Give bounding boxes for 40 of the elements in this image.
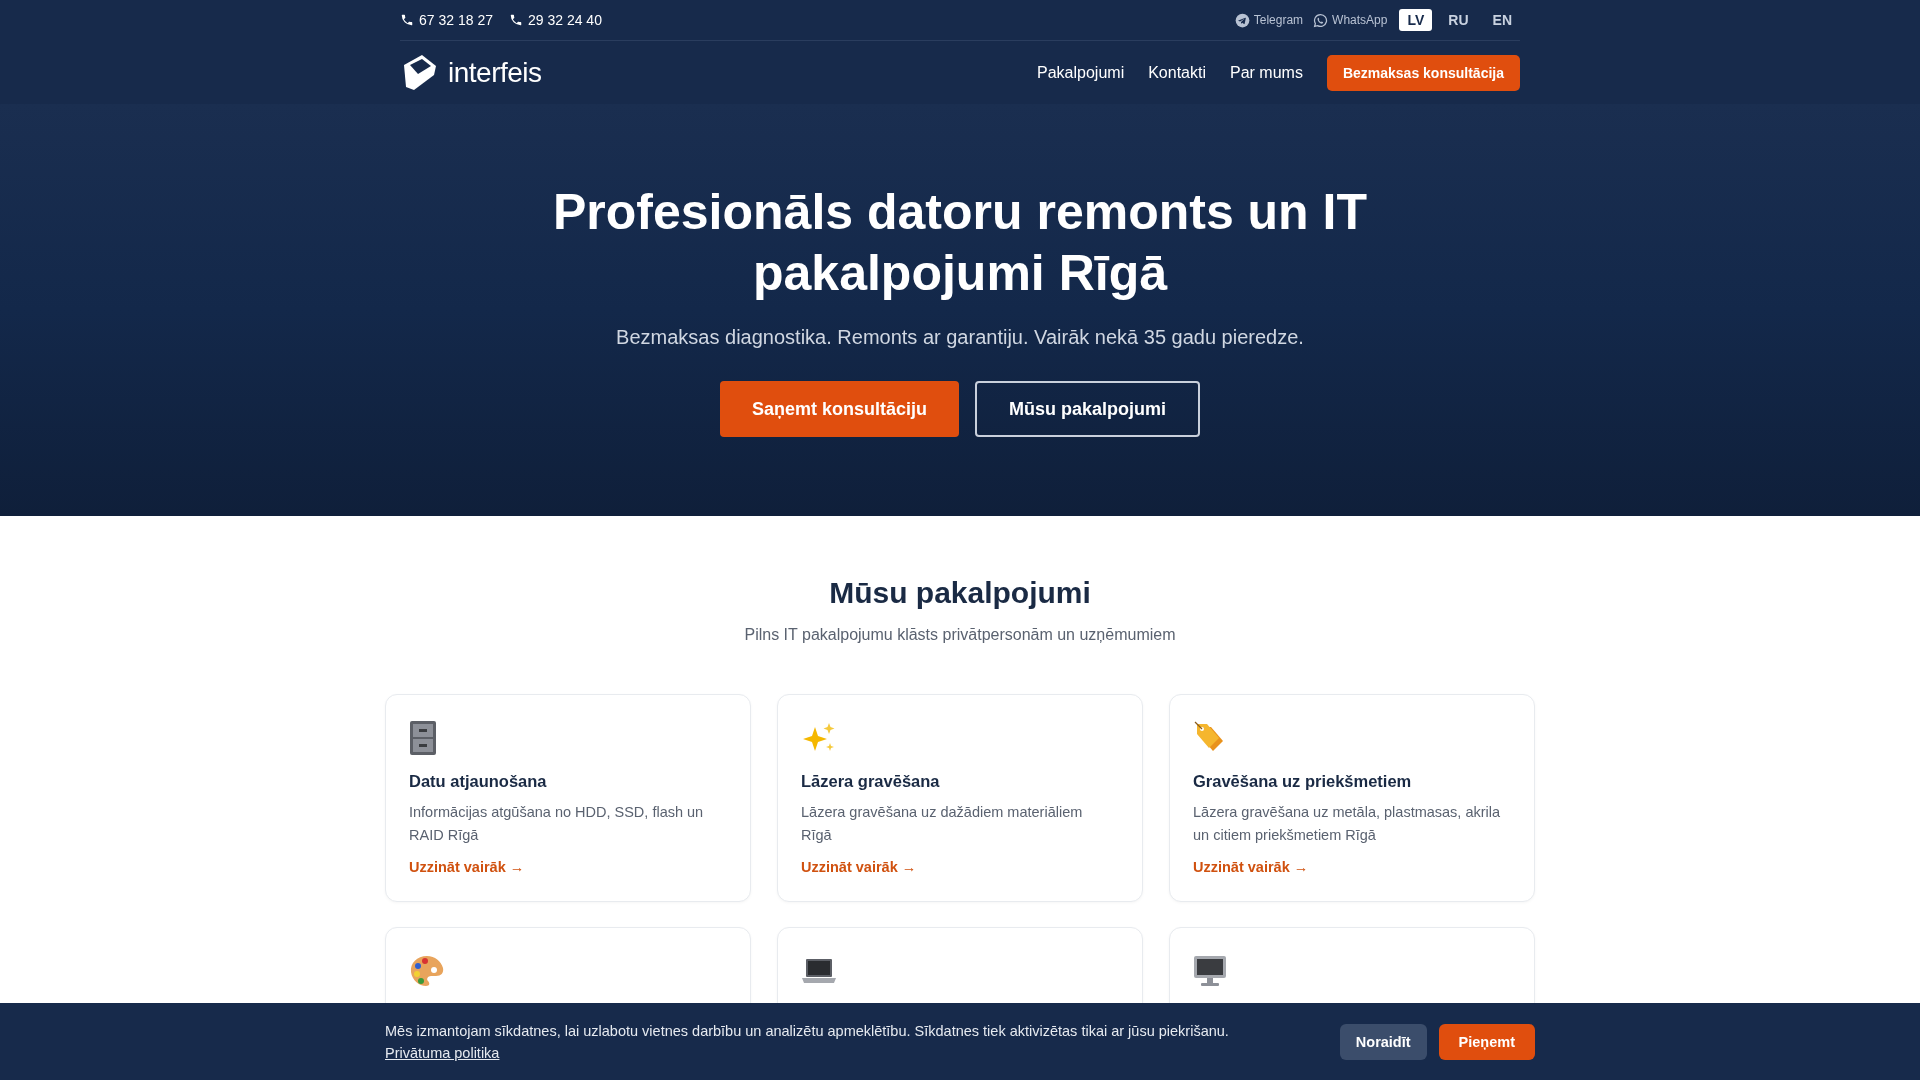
chat-bubble-icon — [1313, 12, 1329, 28]
card-description: Lāzera gravēšana uz metāla, plastmasas, akrila un citiem priekšmetiem Rīgā — [1193, 803, 1502, 845]
section-title: Mūsu pakalpojumi — [828, 576, 1092, 610]
logo[interactable]: interfeis — [400, 52, 542, 93]
language-tab[interactable]: RU — [1440, 9, 1477, 31]
laptop-icon — [801, 957, 837, 985]
card-description: Lāzera gravēšana uz dažādiem materiāliem Rīgā — [801, 803, 1084, 845]
phone-icon — [508, 13, 523, 27]
card-title: Lāzera gravēšana — [801, 772, 941, 791]
palette-icon — [409, 954, 445, 988]
cookie-notice: Mēs izmantojam sīkdatnes, lai uzlabotu vietnes darbību un analizētu apmeklētību. Sīkdatnes tiek aktivizētas tikai ar jūsu piekrišanu. — [385, 1021, 1229, 1041]
card-title: Datu atjaunošana — [409, 772, 548, 791]
paper-plane-icon — [1234, 12, 1250, 28]
phone-link[interactable]: 67 32 18 27 — [400, 12, 493, 28]
services-button[interactable]: Mūsu pakalpojumi — [975, 381, 1201, 437]
nav-link[interactable]: Kontakti — [1148, 63, 1206, 82]
hero-title: Profesionāls datoru remonts un IT pakalpojumi Rīgā — [552, 183, 1368, 303]
hero-subtitle: Bezmaksas diagnostika. Remonts ar garantiju. Vairāk nekā 35 gadu pieredze. — [615, 326, 1305, 349]
learn-more-link[interactable]: Uzzināt vairāk → — [801, 859, 917, 875]
language-tab[interactable]: LV — [1399, 9, 1433, 31]
nav-link[interactable]: Par mums — [1230, 63, 1303, 82]
card-title: Gravēšana uz priekšmetiem — [1193, 772, 1413, 791]
consultation-button[interactable]: Saņemt konsultāciju — [719, 381, 959, 437]
logo-text: interfeis — [448, 56, 542, 89]
language-tab[interactable]: EN — [1484, 9, 1520, 31]
phone-icon — [400, 13, 414, 27]
learn-more-link[interactable]: Uzzināt vairāk → — [409, 859, 525, 875]
phone-link[interactable]: 29 32 24 40 — [508, 12, 602, 28]
messenger-link[interactable]: WhatsApp — [1313, 12, 1388, 28]
learn-more-link[interactable]: Uzzināt vairāk → — [1193, 859, 1309, 875]
card-description: Informācijas atgūšana no HDD, SSD, flash un RAID Rīgā — [409, 803, 705, 845]
section-subtitle: Pilns IT pakalpojumu klāsts privātpersonām un uzņēmumiem — [743, 626, 1177, 644]
decline-button[interactable]: Noraidīt — [1339, 1023, 1427, 1060]
nav-link[interactable]: Pakalpojumi — [1037, 63, 1125, 82]
accept-button[interactable]: Pieņemt — [1438, 1023, 1535, 1060]
privacy-policy-link[interactable]: Privātuma politika — [385, 1044, 500, 1061]
consultation-button[interactable]: Bezmaksas konsultācija — [1326, 54, 1520, 91]
file-cabinet-icon — [409, 721, 437, 755]
desktop-computer-icon — [1193, 955, 1227, 987]
messenger-link[interactable]: Telegram — [1234, 12, 1304, 28]
